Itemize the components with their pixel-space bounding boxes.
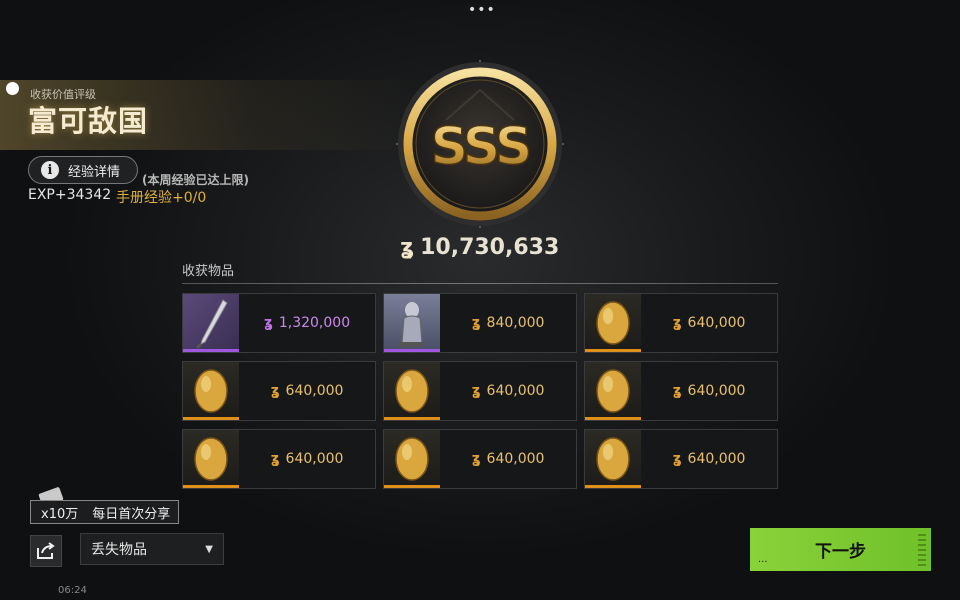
- item-price: 640,000: [285, 451, 344, 467]
- item-price: 640,000: [687, 451, 746, 467]
- share-icon: [37, 542, 55, 559]
- chevron-down-icon: ▼: [205, 543, 213, 555]
- coin-icon: ʓ: [672, 315, 682, 331]
- exp-gain: EXP+34342: [28, 187, 112, 203]
- item-price: 640,000: [687, 383, 746, 399]
- coin-icon: ʓ: [270, 451, 280, 467]
- indicator-dot: [6, 82, 19, 95]
- item-card[interactable]: ʓ 840,000: [383, 293, 577, 353]
- daily-share-badge: x10万 每日首次分享: [30, 500, 180, 524]
- item-price: 1,320,000: [278, 315, 351, 331]
- item-card[interactable]: ʓ 640,000: [182, 429, 376, 489]
- golden-egg-item-image: [585, 362, 641, 420]
- item-card[interactable]: ʓ 640,000: [383, 361, 577, 421]
- item-card[interactable]: ʓ 640,000: [584, 293, 778, 353]
- next-button-stripes: [918, 534, 926, 566]
- item-card[interactable]: ʓ 1,320,000: [182, 293, 376, 353]
- grade-title: 富可敌国: [28, 104, 149, 138]
- item-price: 640,000: [687, 315, 746, 331]
- share-multiplier: x10万: [41, 506, 79, 522]
- weekly-cap-note: (本周经验已达上限): [142, 173, 249, 187]
- rank-text: SSS: [431, 117, 530, 177]
- exp-details-label: 经验详情: [68, 164, 121, 180]
- dropdown-value: 丢失物品: [91, 542, 147, 558]
- coin-icon: ʓ: [471, 451, 481, 467]
- item-price: 640,000: [486, 383, 545, 399]
- coin-icon: ʓ: [471, 315, 481, 331]
- items-divider: [182, 283, 778, 284]
- footer-time: 06:24: [58, 585, 87, 596]
- items-grid: ʓ 1,320,000 ʓ 840,000 ʓ 640,000 ʓ 640,00…: [182, 293, 778, 489]
- figurine-item-image: [384, 294, 440, 352]
- coin-icon: ʓ: [263, 315, 273, 331]
- menu-dots-icon[interactable]: •••: [468, 2, 496, 18]
- item-card[interactable]: ʓ 640,000: [584, 361, 778, 421]
- golden-egg-item-image: [384, 362, 440, 420]
- golden-egg-item-image: [585, 294, 641, 352]
- golden-egg-item-image: [585, 430, 641, 488]
- items-title: 收获物品: [182, 264, 235, 279]
- lost-items-dropdown[interactable]: 丢失物品 ▼: [80, 533, 224, 565]
- coin-icon: ʓ: [471, 383, 481, 399]
- golden-egg-item-image: [183, 430, 239, 488]
- coin-icon: ʓ: [400, 235, 415, 260]
- total-amount: 10,730,633: [420, 235, 560, 260]
- next-button-dots: ...: [758, 554, 768, 565]
- golden-egg-item-image: [183, 362, 239, 420]
- rank-emblem: SSS: [396, 60, 564, 228]
- item-card[interactable]: ʓ 640,000: [383, 429, 577, 489]
- coin-icon: ʓ: [672, 383, 682, 399]
- share-button[interactable]: [30, 535, 62, 567]
- coin-icon: ʓ: [270, 383, 280, 399]
- item-card[interactable]: ʓ 640,000: [182, 361, 376, 421]
- exp-details-button[interactable]: i 经验详情: [28, 156, 138, 184]
- next-button-label: 下一步: [815, 542, 866, 562]
- item-price: 640,000: [285, 383, 344, 399]
- total-value: ʓ 10,730,633: [400, 235, 559, 260]
- handbook-exp: 手册经验+0/0: [116, 190, 207, 206]
- item-card[interactable]: ʓ 640,000: [584, 429, 778, 489]
- golden-egg-item-image: [384, 430, 440, 488]
- info-icon: i: [41, 161, 59, 179]
- item-price: 640,000: [486, 451, 545, 467]
- knife-item-image: [183, 294, 239, 352]
- item-price: 840,000: [486, 315, 545, 331]
- next-button[interactable]: 下一步: [750, 528, 931, 571]
- coin-icon: ʓ: [672, 451, 682, 467]
- share-label: 每日首次分享: [92, 506, 171, 522]
